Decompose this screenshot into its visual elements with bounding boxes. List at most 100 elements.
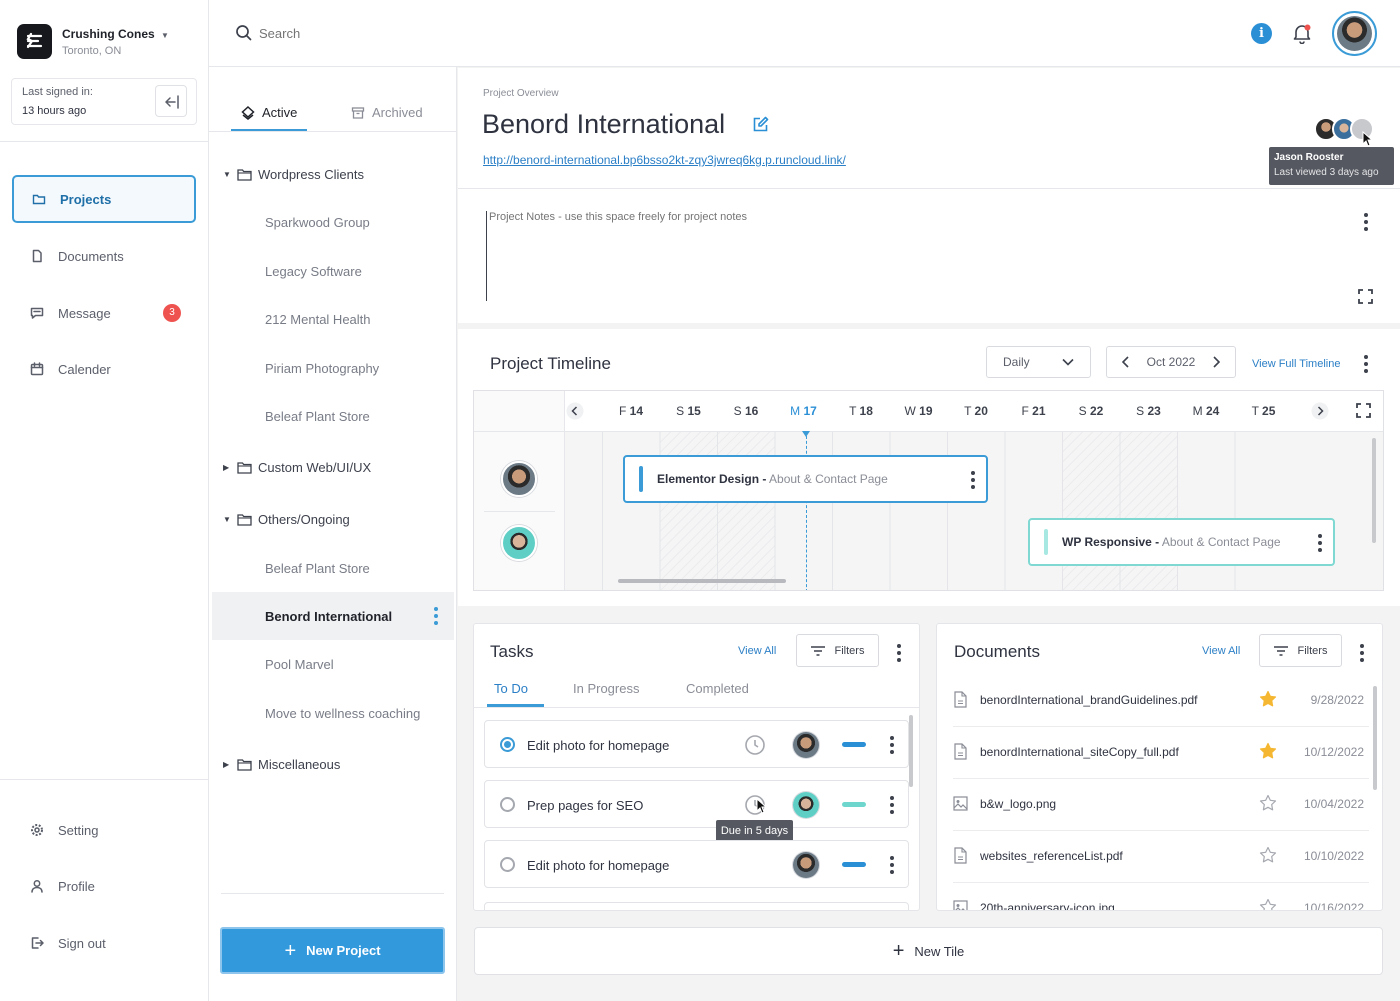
- project-item[interactable]: Piriam Photography: [209, 344, 454, 392]
- nav-projects[interactable]: Projects: [12, 175, 196, 223]
- document-date: 9/28/2022: [1310, 693, 1364, 707]
- tab-completed[interactable]: Completed: [686, 681, 749, 696]
- documents-more-options-icon[interactable]: [1360, 644, 1364, 665]
- notes-more-options-icon[interactable]: [1364, 213, 1368, 234]
- task-assignee-avatar[interactable]: [793, 732, 819, 758]
- task-row[interactable]: Prep pages for SEO: [484, 780, 909, 828]
- more-options-icon[interactable]: [434, 607, 438, 628]
- project-item[interactable]: Beleaf Plant Store: [209, 392, 454, 440]
- scale-select[interactable]: Daily: [986, 346, 1091, 378]
- day-letter: T: [849, 404, 857, 418]
- project-item[interactable]: Move to wellness coaching: [209, 689, 454, 737]
- divider: [0, 779, 209, 780]
- clock-icon[interactable]: [744, 734, 766, 756]
- tab-in-progress[interactable]: In Progress: [573, 681, 639, 696]
- more-options-icon[interactable]: [971, 471, 975, 492]
- tab-to-do[interactable]: To Do: [494, 681, 528, 696]
- timeline-day-header: T 25: [1244, 404, 1284, 418]
- star-outline-icon[interactable]: [1259, 846, 1277, 864]
- new-tile-button[interactable]: + New Tile: [474, 927, 1383, 975]
- edit-icon[interactable]: [752, 116, 769, 133]
- project-item-selected[interactable]: Benord International: [212, 592, 454, 640]
- nav-message[interactable]: Message 3: [12, 289, 196, 337]
- task-radio-checked[interactable]: [500, 737, 515, 752]
- star-filled-icon[interactable]: [1259, 742, 1277, 760]
- viewer-tooltip: Jason Rooster Last viewed 3 days ago: [1269, 147, 1394, 185]
- more-options-icon[interactable]: [890, 736, 894, 757]
- timeline-more-options-icon[interactable]: [1364, 355, 1368, 376]
- more-options-icon[interactable]: [890, 856, 894, 877]
- project-item[interactable]: 212 Mental Health: [209, 295, 454, 343]
- company-location: Toronto, ON: [62, 45, 122, 57]
- timeline-task-bar[interactable]: WP Responsive - About & Contact Page: [1028, 518, 1335, 566]
- project-item[interactable]: Sparkwood Group: [209, 198, 454, 246]
- tasks-more-options-icon[interactable]: [897, 644, 901, 665]
- tasks-view-all-link[interactable]: View All: [738, 645, 776, 657]
- sign-out-icon: [31, 937, 44, 949]
- task-radio[interactable]: [500, 857, 515, 872]
- assignee-avatar[interactable]: [501, 461, 537, 497]
- documents-filters-button[interactable]: Filters: [1259, 634, 1342, 667]
- timeline-task-name: WP Responsive -: [1062, 535, 1160, 549]
- document-row[interactable]: benordInternational_siteCopy_full.pdf 10/…: [953, 727, 1369, 779]
- new-project-button[interactable]: + New Project: [220, 927, 445, 974]
- month-picker[interactable]: Oct 2022: [1106, 346, 1236, 378]
- timeline-fullscreen-icon[interactable]: [1356, 403, 1371, 418]
- caret-down-icon: ▼: [223, 514, 231, 524]
- project-url-link[interactable]: http://benord-international.bp6bsso2kt-z…: [483, 153, 846, 167]
- vertical-scrollbar[interactable]: [909, 715, 913, 787]
- nav-signout[interactable]: Sign out: [12, 919, 196, 967]
- documents-view-all-link[interactable]: View All: [1202, 645, 1240, 657]
- vertical-scrollbar[interactable]: [1372, 438, 1376, 543]
- task-radio[interactable]: [500, 797, 515, 812]
- task-assignee-avatar[interactable]: [793, 852, 819, 878]
- task-assignee-avatar[interactable]: [793, 792, 819, 818]
- nav-setting[interactable]: Setting: [12, 806, 196, 854]
- expand-icon[interactable]: [1358, 289, 1373, 304]
- timeline-next-icon[interactable]: [1311, 402, 1329, 420]
- more-options-icon[interactable]: [890, 796, 894, 817]
- tasks-filters-button[interactable]: Filters: [796, 634, 879, 667]
- search-input[interactable]: [259, 22, 559, 44]
- task-row[interactable]: Edit photo for homepage: [484, 720, 909, 768]
- user-avatar[interactable]: [1332, 11, 1377, 56]
- document-row[interactable]: 20th-anniversary-icon.jpg 10/16/2022: [953, 883, 1369, 910]
- project-item[interactable]: Legacy Software: [209, 247, 454, 295]
- project-notes-field[interactable]: [486, 211, 1306, 301]
- project-item[interactable]: Pool Marvel: [209, 640, 454, 688]
- horizontal-scrollbar[interactable]: [618, 579, 786, 583]
- task-row[interactable]: Edit photo for homepage: [484, 840, 909, 888]
- timeline-prev-icon[interactable]: [566, 402, 584, 420]
- tab-archived[interactable]: Archived: [351, 105, 423, 120]
- tab-active[interactable]: Active: [241, 105, 297, 120]
- folder-miscellaneous[interactable]: ▶ Miscellaneous: [209, 740, 454, 788]
- bell-icon[interactable]: [1291, 22, 1313, 44]
- chevron-right-icon[interactable]: [1213, 356, 1220, 368]
- timeline-task-bar[interactable]: Elementor Design - About & Contact Page: [623, 455, 988, 503]
- document-row[interactable]: benordInternational_brandGuidelines.pdf 9…: [953, 675, 1369, 727]
- document-row[interactable]: websites_referenceList.pdf 10/10/2022: [953, 831, 1369, 883]
- star-outline-icon[interactable]: [1259, 794, 1277, 812]
- nav-documents[interactable]: Documents: [12, 232, 196, 280]
- more-options-icon[interactable]: [1318, 534, 1322, 555]
- folder-others-ongoing[interactable]: ▼ Others/Ongoing: [209, 495, 454, 543]
- nav-profile[interactable]: Profile: [12, 862, 196, 910]
- chevron-left-icon[interactable]: [1122, 356, 1129, 368]
- company-name[interactable]: Crushing Cones ▼: [62, 27, 169, 41]
- document-row[interactable]: b&w_logo.png 10/04/2022: [953, 779, 1369, 831]
- folder-custom-web[interactable]: ▶ Custom Web/UI/UX: [209, 443, 454, 491]
- folder-wordpress-clients[interactable]: ▼ Wordpress Clients: [209, 150, 454, 198]
- star-filled-icon[interactable]: [1259, 690, 1277, 708]
- session-label: Last signed in:: [22, 86, 93, 98]
- nav-calendar[interactable]: Calender: [12, 345, 196, 393]
- collapse-sidebar-button[interactable]: [155, 85, 187, 117]
- info-icon[interactable]: i: [1251, 23, 1272, 44]
- filters-label: Filters: [1297, 644, 1328, 657]
- assignee-avatar[interactable]: [501, 525, 537, 561]
- vertical-scrollbar[interactable]: [1373, 686, 1377, 790]
- star-outline-icon[interactable]: [1259, 898, 1277, 910]
- view-full-timeline-link[interactable]: View Full Timeline: [1252, 358, 1340, 370]
- day-letter: W: [904, 404, 916, 418]
- company-logo[interactable]: [17, 24, 52, 59]
- project-item[interactable]: Beleaf Plant Store: [209, 544, 454, 592]
